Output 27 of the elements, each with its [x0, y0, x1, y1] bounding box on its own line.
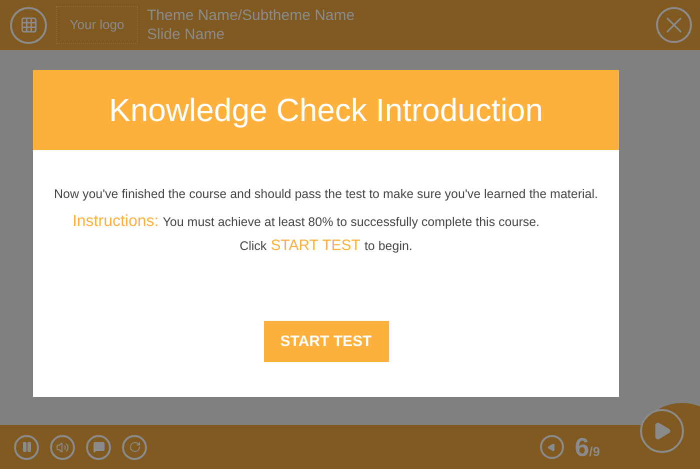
dialog-title: Knowledge Check Introduction [108, 91, 544, 130]
grid-icon [20, 16, 38, 34]
start-test-highlight: START TEST [270, 236, 360, 256]
slide-name: Slide Name [147, 25, 226, 44]
pause-button[interactable] [14, 434, 39, 460]
logo-text: Your logo [70, 16, 124, 34]
previous-button[interactable] [540, 435, 564, 459]
replay-button[interactable] [122, 434, 147, 460]
menu-button[interactable] [10, 6, 47, 44]
instructions-label: Instructions: [72, 212, 159, 232]
speaker-icon [56, 440, 69, 454]
instructions-text: You must achieve at least 80% to successfully complete this course. [162, 214, 540, 231]
play-button[interactable] [640, 409, 684, 453]
close-button[interactable] [656, 7, 692, 43]
comment-button[interactable] [86, 434, 111, 460]
click-text: Click [240, 238, 267, 255]
start-test-button[interactable]: START TEST [264, 321, 388, 362]
page-total: /9 [589, 442, 600, 460]
triangle-left-icon [547, 442, 556, 452]
page-number: 6 [574, 430, 590, 464]
replay-icon [128, 441, 140, 453]
speech-bubble-icon [92, 441, 104, 453]
pause-icon [20, 441, 32, 453]
theme-name: Theme Name/Subtheme Name [147, 6, 355, 25]
intro-text: Now you've finished the course and should pass the test to make sure you've learned the material. [54, 186, 598, 203]
volume-button[interactable] [50, 434, 75, 460]
begin-text: to begin. [364, 238, 412, 255]
